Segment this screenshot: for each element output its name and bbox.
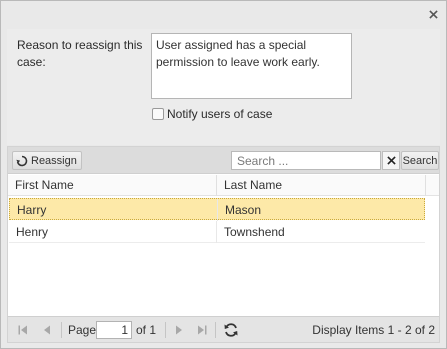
reassign-form: Reason to reassign this case: User assig…	[7, 29, 440, 145]
refresh-icon	[224, 323, 238, 337]
notify-option[interactable]: Notify users of case	[152, 107, 272, 121]
previous-page-icon	[44, 325, 50, 335]
table-row[interactable]: Harry Mason	[9, 198, 425, 221]
page-number-input[interactable]	[96, 321, 132, 339]
next-page-button[interactable]	[170, 321, 188, 339]
grid-header: First Name Last Name	[8, 175, 439, 196]
pagination-bar: Page of 1 Display Items 1 - 2 of 2	[8, 316, 439, 342]
cell-last-name: Townshend	[224, 225, 285, 239]
reassign-label: Reassign	[31, 154, 77, 167]
reason-textarea[interactable]: User assigned has a special permission t…	[151, 33, 352, 99]
close-icon	[428, 9, 438, 19]
users-grid: Reassign Search First Name Last Name Har…	[7, 146, 440, 343]
notify-checkbox[interactable]	[152, 108, 164, 120]
pager-divider	[61, 322, 62, 338]
reassign-dialog: Reason to reassign this case: User assig…	[0, 0, 447, 349]
search-input[interactable]	[231, 151, 381, 170]
clear-search-button[interactable]	[382, 151, 400, 170]
page-count-label: of 1	[136, 323, 157, 337]
display-items-label: Display Items 1 - 2 of 2	[312, 323, 435, 337]
next-page-icon	[176, 325, 182, 335]
reason-label: Reason to reassign this case:	[17, 38, 143, 69]
reassign-button[interactable]: Reassign	[12, 151, 82, 170]
cell-first-name: Harry	[10, 199, 218, 221]
column-header-first-name[interactable]: First Name	[8, 175, 217, 196]
dialog-titlebar	[1, 1, 446, 29]
pager-divider	[215, 322, 216, 338]
cell-first-name: Henry	[9, 221, 217, 243]
notify-label: Notify users of case	[167, 107, 273, 121]
first-page-icon	[18, 325, 27, 335]
refresh-button[interactable]	[220, 320, 242, 340]
pager-divider	[165, 322, 166, 338]
close-button[interactable]	[426, 7, 440, 21]
reassign-icon	[16, 155, 28, 166]
table-row[interactable]: Henry Townshend	[9, 221, 425, 243]
first-page-button[interactable]	[14, 321, 32, 339]
page-label: Page	[68, 323, 97, 337]
last-page-button[interactable]	[193, 321, 211, 339]
search-button[interactable]: Search	[401, 151, 439, 170]
previous-page-button[interactable]	[38, 321, 56, 339]
grid-toolbar: Reassign Search	[8, 147, 439, 174]
column-header-last-name[interactable]: Last Name	[217, 175, 426, 196]
last-page-icon	[198, 325, 207, 335]
close-icon	[386, 156, 396, 165]
cell-last-name: Mason	[225, 203, 262, 217]
